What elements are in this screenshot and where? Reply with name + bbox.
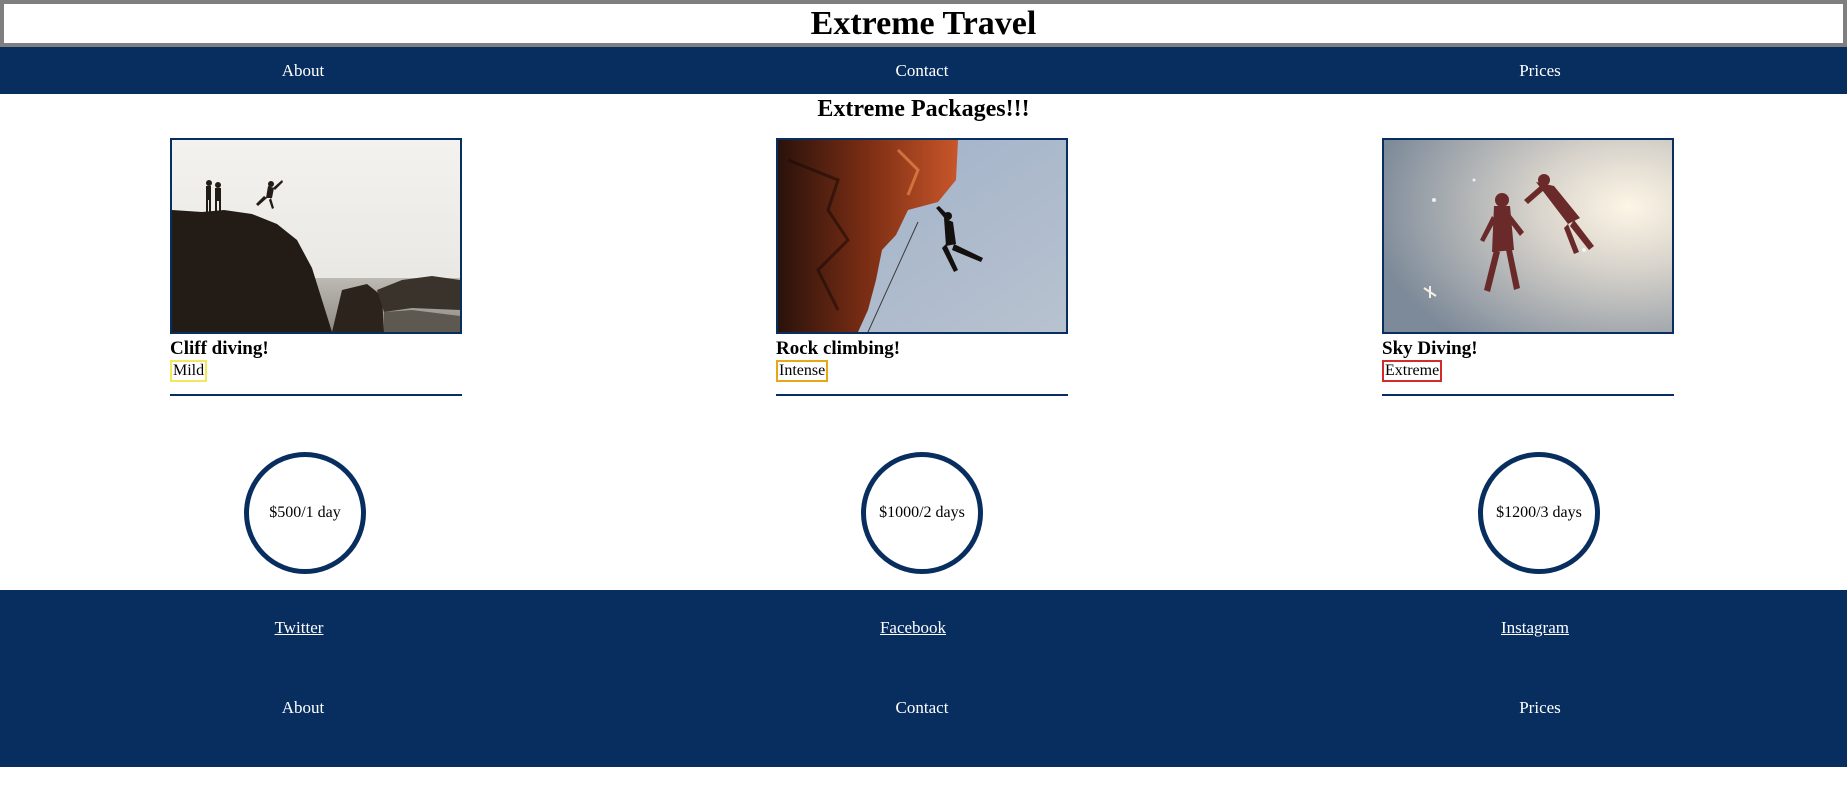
package-card-cliff-diving: Cliff diving! Mild [170,138,462,396]
twitter-link[interactable]: Twitter [275,618,324,638]
footer-contact-link[interactable]: Contact [896,698,949,718]
nav-prices-link[interactable]: Prices [1519,47,1561,94]
packages-heading: Extreme Packages!!! [817,96,1030,122]
package-name: Cliff diving! [170,338,269,359]
nav-about-link[interactable]: About [282,47,325,94]
site-title: Extreme Travel [0,0,1847,47]
footer-about-link[interactable]: About [282,698,325,718]
price-circle-cliff-diving: $500/1 day [244,452,366,574]
package-divider [170,394,462,396]
price-circle-sky-diving: $1200/3 days [1478,452,1600,574]
price-label: $1200/3 days [1496,504,1582,521]
footer: Twitter Facebook Instagram About Contact… [0,590,1847,767]
package-divider [776,394,1068,396]
top-nav: About Contact Prices [0,47,1847,94]
package-card-sky-diving: Sky Diving! Extreme [1382,138,1674,396]
intensity-badge-mild: Mild [170,360,208,382]
facebook-link[interactable]: Facebook [880,618,946,638]
package-divider [1382,394,1674,396]
nav-contact-link[interactable]: Contact [896,47,949,94]
intensity-badge-intense: Intense [776,360,829,382]
package-name: Rock climbing! [776,338,901,359]
package-card-rock-climbing: Rock climbing! Intense [776,138,1068,396]
price-label: $1000/2 days [879,504,965,521]
price-label: $500/1 day [269,504,341,521]
rock-climbing-photo [776,138,1068,334]
footer-prices-link[interactable]: Prices [1519,698,1561,718]
sky-diving-photo [1382,138,1674,334]
package-name: Sky Diving! [1382,338,1478,359]
cliff-diving-photo [170,138,462,334]
price-circle-rock-climbing: $1000/2 days [861,452,983,574]
intensity-badge-extreme: Extreme [1382,360,1443,382]
instagram-link[interactable]: Instagram [1501,618,1569,638]
